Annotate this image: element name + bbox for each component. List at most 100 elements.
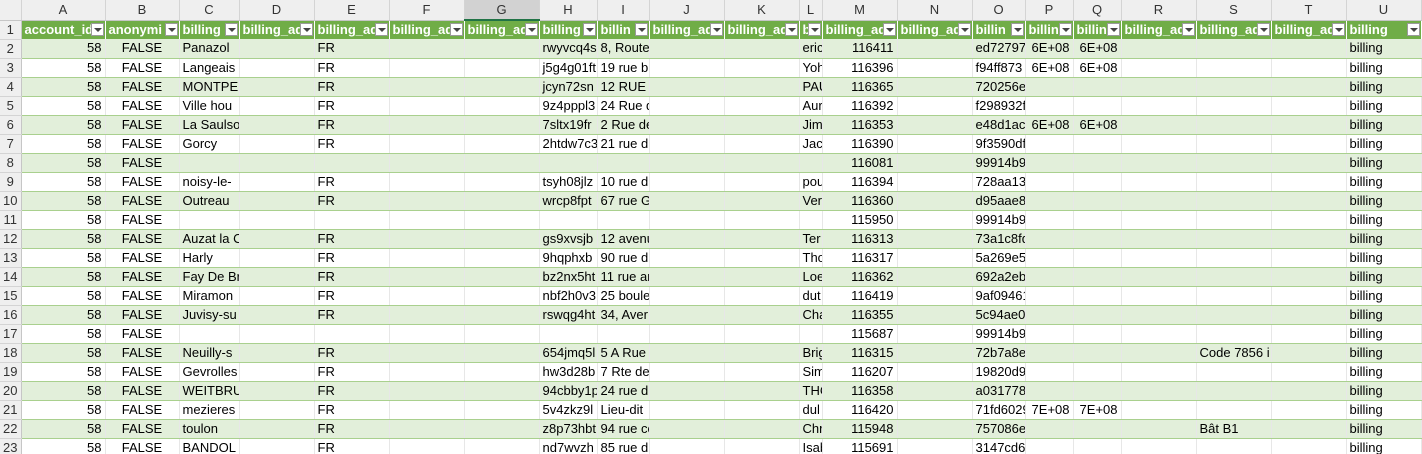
cell[interactable]: 6E+08 (1073, 115, 1122, 135)
cell[interactable] (1121, 58, 1197, 78)
column-header-h[interactable]: H (539, 0, 598, 21)
cell[interactable] (1073, 210, 1122, 230)
filter-dropdown-icon[interactable] (90, 22, 104, 36)
cell[interactable]: 10 rue d (597, 172, 650, 192)
cell[interactable]: FR (314, 400, 390, 420)
cell[interactable] (1271, 381, 1347, 401)
cell[interactable] (239, 400, 315, 420)
cell[interactable]: FALSE (105, 210, 180, 230)
cell[interactable]: FALSE (105, 286, 180, 306)
cell[interactable]: FR (314, 39, 390, 59)
cell[interactable] (1073, 362, 1122, 382)
filter-dropdown-icon[interactable] (1010, 22, 1024, 36)
table-header-cell[interactable]: billing_ad (649, 20, 725, 39)
cell[interactable]: 72b7a8e2417f9238bd275 (972, 343, 1026, 363)
cell[interactable] (1025, 134, 1074, 154)
cell[interactable] (897, 210, 973, 230)
cell[interactable]: 116420 (822, 400, 898, 420)
cell[interactable]: FR (314, 248, 390, 268)
cell[interactable] (724, 248, 800, 268)
cell[interactable] (1196, 438, 1272, 454)
cell[interactable]: billing (1346, 362, 1422, 382)
cell[interactable]: FR (314, 267, 390, 287)
cell[interactable]: FALSE (105, 419, 180, 439)
cell[interactable] (1121, 400, 1197, 420)
cell[interactable]: 58 (21, 172, 106, 192)
row-number[interactable]: 15 (0, 286, 22, 306)
cell[interactable]: Chr (799, 419, 823, 439)
cell[interactable] (1121, 96, 1197, 116)
cell[interactable] (1196, 58, 1272, 78)
cell[interactable]: Sim (799, 362, 823, 382)
cell[interactable] (1121, 438, 1197, 454)
cell[interactable] (464, 191, 540, 211)
cell[interactable] (389, 324, 465, 344)
cell[interactable]: 116394 (822, 172, 898, 192)
cell[interactable] (1271, 134, 1347, 154)
cell[interactable] (897, 362, 973, 382)
cell[interactable]: 116355 (822, 305, 898, 325)
cell[interactable] (1196, 134, 1272, 154)
table-header-cell[interactable]: billin (597, 20, 650, 39)
cell[interactable]: j5g4g01ft (539, 58, 598, 78)
cell[interactable]: 58 (21, 400, 106, 420)
cell[interactable] (597, 153, 650, 173)
column-header-p[interactable]: P (1025, 0, 1074, 21)
cell[interactable]: 9hqphxb (539, 248, 598, 268)
cell[interactable]: Gevrolles (179, 362, 240, 382)
cell[interactable]: 58 (21, 191, 106, 211)
row-number[interactable]: 9 (0, 172, 22, 192)
cell[interactable]: dut (799, 286, 823, 306)
cell[interactable] (724, 96, 800, 116)
cell[interactable] (464, 305, 540, 325)
cell[interactable] (1073, 96, 1122, 116)
cell[interactable]: FALSE (105, 115, 180, 135)
cell[interactable]: 116411 (822, 39, 898, 59)
cell[interactable] (724, 172, 800, 192)
cell[interactable] (649, 153, 725, 173)
cell[interactable]: 116353 (822, 115, 898, 135)
cell[interactable]: FR (314, 381, 390, 401)
cell[interactable] (1073, 267, 1122, 287)
row-number[interactable]: 18 (0, 343, 22, 363)
cell[interactable] (239, 248, 315, 268)
filter-dropdown-icon[interactable] (1106, 22, 1120, 36)
cell[interactable] (649, 191, 725, 211)
table-header-cell[interactable]: billing_ad (724, 20, 800, 39)
cell[interactable]: billing (1346, 153, 1422, 173)
cell[interactable]: rswqg4ht (539, 305, 598, 325)
cell[interactable]: eric (799, 39, 823, 59)
cell[interactable] (389, 39, 465, 59)
select-all-corner[interactable] (0, 0, 22, 21)
cell[interactable] (1196, 229, 1272, 249)
cell[interactable] (239, 362, 315, 382)
filter-dropdown-icon[interactable] (1406, 22, 1420, 36)
cell[interactable] (239, 324, 315, 344)
cell[interactable] (649, 362, 725, 382)
cell[interactable] (1196, 172, 1272, 192)
cell[interactable]: jcyn72sn (539, 77, 598, 97)
cell[interactable]: Isab (799, 438, 823, 454)
cell[interactable]: 116396 (822, 58, 898, 78)
cell[interactable] (897, 248, 973, 268)
cell[interactable] (1025, 286, 1074, 306)
cell[interactable]: f94ff873 (972, 58, 1026, 78)
cell[interactable] (1271, 400, 1347, 420)
row-number[interactable]: 19 (0, 362, 22, 382)
cell[interactable]: billing (1346, 58, 1422, 78)
cell[interactable] (464, 77, 540, 97)
row-number[interactable]: 7 (0, 134, 22, 154)
cell[interactable] (897, 381, 973, 401)
cell[interactable] (239, 419, 315, 439)
cell[interactable]: 9af094614ff684b58276ad (972, 286, 1026, 306)
cell[interactable] (1025, 248, 1074, 268)
cell[interactable] (724, 324, 800, 344)
cell[interactable] (649, 286, 725, 306)
cell[interactable] (724, 438, 800, 454)
cell[interactable] (239, 210, 315, 230)
cell[interactable]: FR (314, 191, 390, 211)
cell[interactable]: billing (1346, 191, 1422, 211)
cell[interactable] (649, 324, 725, 344)
cell[interactable]: 58 (21, 210, 106, 230)
cell[interactable]: 58 (21, 248, 106, 268)
